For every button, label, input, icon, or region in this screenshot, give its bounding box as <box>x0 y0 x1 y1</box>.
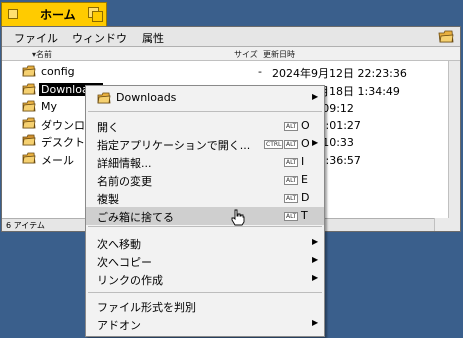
context-item[interactable]: 詳細情報... ALT I <box>86 153 324 171</box>
submenu-arrow-icon: ▶ <box>312 255 319 264</box>
hand-cursor-icon <box>231 209 245 226</box>
file-name: ダウンロ <box>41 119 85 132</box>
context-item[interactable]: ごみ箱に捨てる ALT T <box>86 207 324 225</box>
column-modified[interactable]: 更新日時 <box>263 49 295 60</box>
ctrl-key: CTRL <box>264 140 284 149</box>
shortcut-key: O <box>301 119 310 132</box>
context-item[interactable]: 次へコピー ▶ <box>86 252 324 270</box>
alt-key: ALT <box>284 122 299 131</box>
context-item[interactable]: 指定アプリケーションで開く... CTRL ALT O ▶ <box>86 135 324 153</box>
context-item-label: 開く <box>97 121 119 134</box>
context-item[interactable]: 名前の変更 ALT E <box>86 171 324 189</box>
shortcut-key: O <box>301 137 310 150</box>
submenu-arrow-icon: ▶ <box>312 318 319 327</box>
context-header-label: Downloads <box>116 91 177 104</box>
context-item-label: 名前の変更 <box>97 175 152 188</box>
folder-icon <box>22 117 36 129</box>
context-item-label: リンクの作成 <box>97 274 163 287</box>
context-item-label: 詳細情報... <box>97 157 152 170</box>
context-item-label: 指定アプリケーションで開く... <box>97 139 251 152</box>
submenu-arrow-icon: ▶ <box>312 92 319 101</box>
column-header: ▾名前 サイズ 更新日時 <box>2 47 460 61</box>
file-name: My <box>41 100 58 113</box>
column-size[interactable]: サイズ <box>234 49 258 60</box>
alt-key: ALT <box>284 176 299 185</box>
context-menu: Downloads ▶ 開く ALT O 指定アプリケーションで開く... CTRL AL… <box>85 85 325 337</box>
menu-window[interactable]: ウィンドウ <box>72 30 127 46</box>
submenu-arrow-icon: ▶ <box>312 273 319 282</box>
context-item-label: ごみ箱に捨てる <box>97 211 174 224</box>
menu-attributes[interactable]: 属性 <box>142 30 164 46</box>
tracker-icon[interactable] <box>438 29 454 44</box>
zoom-icon[interactable] <box>88 7 103 22</box>
vertical-scrollbar[interactable] <box>448 61 460 219</box>
folder-icon <box>97 92 111 104</box>
context-item[interactable]: 開く ALT O <box>86 117 324 135</box>
context-header-downloads[interactable]: Downloads ▶ <box>86 89 324 107</box>
horizontal-scrollbar[interactable] <box>434 218 460 231</box>
menu-file[interactable]: ファイル <box>14 30 58 46</box>
folder-icon <box>22 83 36 95</box>
shortcut-key: T <box>301 209 308 222</box>
file-name: デスクト <box>41 136 85 149</box>
file-size: - <box>258 65 262 78</box>
menu-bar: ファイル ウィンドウ 属性 <box>2 27 460 47</box>
file-name: config <box>41 65 75 78</box>
context-item-label: 次へ移動 <box>97 238 141 251</box>
submenu-arrow-icon: ▶ <box>312 138 319 147</box>
window-title: ホーム <box>40 8 76 22</box>
alt-key: ALT <box>284 212 299 221</box>
context-item[interactable]: リンクの作成 ▶ <box>86 270 324 288</box>
alt-key: ALT <box>284 158 299 167</box>
submenu-arrow-icon: ▶ <box>312 237 319 246</box>
file-date: 2024年9月12日 22:23:36 <box>272 67 407 80</box>
context-item-label: アドオン <box>97 319 141 332</box>
context-item-label: 複製 <box>97 193 119 206</box>
alt-key: ALT <box>284 140 299 149</box>
folder-icon <box>22 100 36 112</box>
context-item[interactable]: 複製 ALT D <box>86 189 324 207</box>
file-row[interactable]: config - 2024年9月12日 22:23:36 <box>22 64 442 80</box>
file-name: メール <box>41 154 74 167</box>
shortcut-key: E <box>301 173 308 186</box>
window-tab[interactable]: ホーム <box>1 2 107 26</box>
close-icon[interactable] <box>8 9 18 19</box>
item-count: 6 アイテム <box>6 221 45 230</box>
context-item-label: ファイル形式を判別 <box>97 301 196 314</box>
alt-key: ALT <box>284 194 299 203</box>
folder-icon <box>22 152 36 164</box>
shortcut-key: D <box>301 191 310 204</box>
context-item[interactable]: ファイル形式を判別 <box>86 297 324 315</box>
folder-icon <box>22 65 36 77</box>
context-item-label: 次へコピー <box>97 256 152 269</box>
column-name[interactable]: ▾名前 <box>32 49 52 60</box>
context-item[interactable]: アドオン ▶ <box>86 315 324 333</box>
shortcut-key: I <box>301 155 305 168</box>
context-item[interactable]: 次へ移動 ▶ <box>86 234 324 252</box>
desktop-folder-icon <box>22 134 36 146</box>
